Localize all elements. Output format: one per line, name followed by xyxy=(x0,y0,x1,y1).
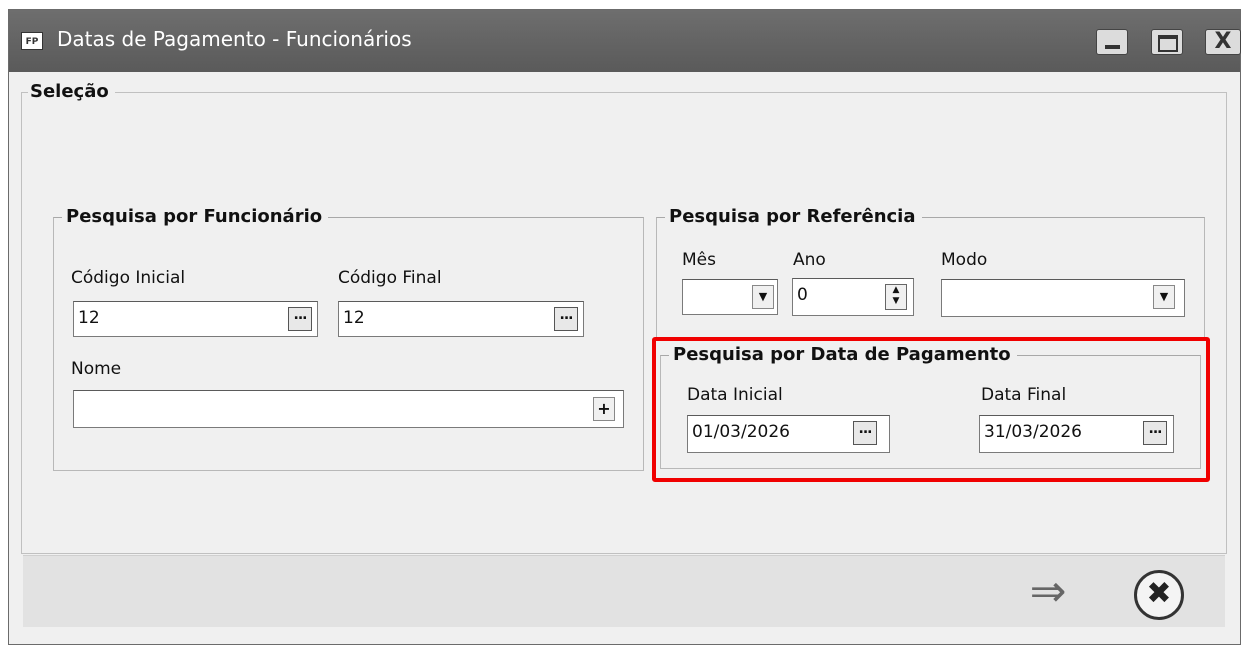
year-label: Ano xyxy=(793,250,826,270)
title-bar[interactable]: FP Datas de Pagamento - Funcionários X xyxy=(9,10,1241,72)
minimize-button[interactable] xyxy=(1096,29,1128,55)
highlight-box xyxy=(652,337,1210,482)
mode-label: Modo xyxy=(941,250,988,270)
employee-search-legend: Pesquisa por Funcionário xyxy=(66,206,323,227)
code-end-lookup-button[interactable]: ... xyxy=(554,307,578,331)
cancel-icon[interactable]: ✖ xyxy=(1134,570,1184,620)
mode-chevron-down-icon[interactable]: ▼ xyxy=(1153,285,1175,309)
code-start-lookup-button[interactable]: ... xyxy=(288,307,312,331)
name-add-button[interactable]: + xyxy=(593,397,615,421)
month-chevron-down-icon[interactable]: ▼ xyxy=(752,285,774,309)
employee-search-group: Pesquisa por Funcionário xyxy=(53,207,644,471)
window-title: Datas de Pagamento - Funcionários xyxy=(57,27,412,51)
reference-search-legend: Pesquisa por Referência xyxy=(669,206,916,227)
app-logo-icon: FP xyxy=(21,32,43,50)
next-arrow-icon[interactable]: ⇒ xyxy=(1018,570,1078,616)
name-field[interactable] xyxy=(73,390,624,428)
name-label: Nome xyxy=(71,359,122,379)
selection-legend: Seleção xyxy=(30,81,109,102)
month-label: Mês xyxy=(682,250,716,270)
reference-search-group: Pesquisa por Referência xyxy=(656,207,1205,341)
maximize-button[interactable] xyxy=(1151,29,1183,55)
close-icon: X xyxy=(1214,29,1232,54)
mode-select[interactable] xyxy=(941,279,1185,317)
code-end-label: Código Final xyxy=(338,268,442,288)
code-end-field[interactable]: 12 xyxy=(338,301,584,337)
close-window-button[interactable]: X xyxy=(1205,29,1241,55)
year-spinner-icon[interactable]: ▲ ▼ xyxy=(885,284,907,310)
code-start-field[interactable]: 12 xyxy=(73,301,318,337)
code-start-label: Código Inicial xyxy=(71,268,186,288)
